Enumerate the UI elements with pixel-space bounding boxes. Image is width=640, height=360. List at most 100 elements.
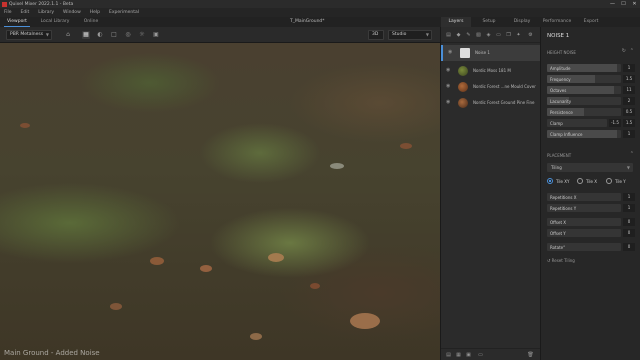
slider-track[interactable]: Repetitions Y bbox=[547, 204, 621, 212]
reset-tiling-button[interactable]: ↺ Reset Tiling bbox=[547, 258, 575, 263]
param-offset-y[interactable]: Offset Y 0 bbox=[547, 229, 635, 237]
sun-icon[interactable]: ☼ bbox=[138, 31, 146, 39]
tab-online[interactable]: Online bbox=[80, 17, 102, 27]
tab-performance[interactable]: Performance bbox=[540, 17, 574, 27]
param-value-input[interactable]: 11 bbox=[623, 86, 635, 94]
param-repetitions-x[interactable]: Repetitions X 1 bbox=[547, 193, 635, 201]
properties-title: NOISE 1 bbox=[547, 33, 570, 39]
menu-library[interactable]: Library bbox=[38, 10, 54, 15]
target-icon[interactable]: ◎ bbox=[124, 31, 132, 39]
clamp-min-input[interactable]: -1.5 bbox=[609, 119, 621, 127]
add-layer-icon[interactable]: ▤ bbox=[445, 31, 452, 39]
param-value-input[interactable]: 0 bbox=[623, 229, 635, 237]
refresh-icon[interactable]: ↻ bbox=[622, 48, 626, 54]
tab-viewport[interactable]: Viewport bbox=[4, 17, 30, 27]
copy-icon[interactable]: ❐ bbox=[505, 31, 512, 39]
param-value-input[interactable]: 0 bbox=[623, 243, 635, 251]
menu-help[interactable]: Help bbox=[90, 10, 100, 15]
slider-track[interactable]: Repetitions X bbox=[547, 193, 621, 201]
menu-window[interactable]: Window bbox=[63, 10, 81, 15]
chevron-up-icon[interactable]: ⌃ bbox=[630, 151, 634, 157]
tab-export[interactable]: Export bbox=[576, 17, 606, 27]
param-offset-x[interactable]: Offset X 0 bbox=[547, 218, 635, 226]
delete-icon[interactable]: 🗑 bbox=[527, 351, 534, 359]
param-rotate[interactable]: Rotate° 0 bbox=[547, 243, 635, 251]
param-amplitude[interactable]: Amplitude 1 bbox=[547, 64, 635, 72]
layer-name: Nordic Moss 181 M bbox=[473, 68, 511, 73]
slider-track[interactable]: Clamp bbox=[547, 119, 607, 127]
menu-experimental[interactable]: Experimental bbox=[109, 10, 139, 15]
param-frequency[interactable]: Frequency 1.5 bbox=[547, 75, 635, 83]
param-clamp[interactable]: Clamp -1.5 1.5 bbox=[547, 119, 635, 127]
clamp-max-input[interactable]: 1.5 bbox=[623, 119, 635, 127]
folder-icon[interactable]: ▭ bbox=[495, 31, 502, 39]
3d-viewport[interactable]: Main Ground - Added Noise bbox=[0, 43, 440, 360]
settings-icon[interactable]: ⚙ bbox=[527, 31, 534, 39]
pin-icon[interactable]: ✦ bbox=[515, 31, 522, 39]
param-value-input[interactable]: 2 bbox=[623, 97, 635, 105]
maximize-button[interactable]: ☐ bbox=[618, 0, 629, 8]
param-clamp-influence[interactable]: Clamp Influence 1 bbox=[547, 130, 635, 138]
layer-item-noise-1[interactable]: ◉ Noise 1 bbox=[441, 45, 541, 61]
param-octaves[interactable]: Octaves 11 bbox=[547, 86, 635, 94]
slider-track[interactable]: Offset Y bbox=[547, 229, 621, 237]
placement-mode-select[interactable]: Tiling ▼ bbox=[547, 163, 633, 172]
param-label: Repetitions Y bbox=[550, 205, 577, 211]
tab-local-library[interactable]: Local Library bbox=[38, 17, 72, 27]
tab-display[interactable]: Display bbox=[507, 17, 537, 27]
close-button[interactable]: ✕ bbox=[629, 0, 640, 8]
render-mode-select[interactable]: PBR Metalness ▼ bbox=[6, 30, 52, 40]
param-value-input[interactable]: 1 bbox=[623, 64, 635, 72]
square-icon[interactable]: □ bbox=[110, 31, 118, 39]
slider-track[interactable]: Offset X bbox=[547, 218, 621, 226]
layer-name: Nordic Forest ...ne Mould Cover bbox=[473, 84, 536, 89]
radio-tile-x[interactable]: Tile X bbox=[577, 178, 597, 184]
mask-icon[interactable]: ▧ bbox=[475, 31, 482, 39]
menu-edit[interactable]: Edit bbox=[21, 10, 30, 15]
param-value-input[interactable]: 1.5 bbox=[623, 75, 635, 83]
new-mask-icon[interactable]: ▦ bbox=[455, 351, 462, 359]
eye-icon[interactable]: ◉ bbox=[446, 83, 450, 89]
tab-layers[interactable]: Layers bbox=[441, 17, 471, 27]
radio-tile-xy[interactable]: Tile XY bbox=[547, 178, 569, 184]
smart-material-icon[interactable]: ◈ bbox=[485, 31, 492, 39]
eye-icon[interactable]: ◉ bbox=[446, 67, 450, 73]
eye-icon[interactable]: ◉ bbox=[446, 99, 450, 105]
slider-track[interactable]: Rotate° bbox=[547, 243, 621, 251]
slider-track[interactable]: Octaves bbox=[547, 86, 621, 94]
chevron-up-icon[interactable]: ⌃ bbox=[630, 48, 634, 54]
grid-icon[interactable]: ▣ bbox=[465, 351, 472, 359]
sphere-icon[interactable]: ◐ bbox=[96, 31, 104, 39]
lighting-select[interactable]: Studio ▼ bbox=[388, 30, 432, 40]
frame-icon[interactable]: ▣ bbox=[152, 31, 160, 39]
slider-track[interactable]: Amplitude bbox=[547, 64, 621, 72]
layer-thumbnail bbox=[460, 48, 470, 58]
param-value-input[interactable]: 0.5 bbox=[623, 108, 635, 116]
paint-icon[interactable]: ✎ bbox=[465, 31, 472, 39]
slider-track[interactable]: Clamp Influence bbox=[547, 130, 621, 138]
fill-icon[interactable]: ◆ bbox=[455, 31, 462, 39]
param-value-input[interactable]: 0 bbox=[623, 218, 635, 226]
view-grid-icon[interactable]: ▦ bbox=[82, 31, 90, 39]
eye-icon[interactable]: ◉ bbox=[448, 49, 452, 55]
param-persistence[interactable]: Persistence 0.5 bbox=[547, 108, 635, 116]
slider-track[interactable]: Persistence bbox=[547, 108, 621, 116]
slider-track[interactable]: Lacunarity bbox=[547, 97, 621, 105]
layer-item-nordic-forest-mould[interactable]: ◉ Nordic Forest ...ne Mould Cover bbox=[441, 79, 541, 95]
slider-track[interactable]: Frequency bbox=[547, 75, 621, 83]
param-value-input[interactable]: 1 bbox=[623, 193, 635, 201]
param-value-input[interactable]: 1 bbox=[623, 130, 635, 138]
layer-item-nordic-forest-pine[interactable]: ◉ Nordic Forest Ground Pine Fine bbox=[441, 95, 541, 111]
new-folder-icon[interactable]: ▭ bbox=[477, 351, 484, 359]
camera-icon[interactable]: ⌂ bbox=[62, 31, 74, 39]
radio-tile-y[interactable]: Tile Y bbox=[606, 178, 626, 184]
view-mode-select[interactable]: 3D bbox=[368, 30, 384, 40]
new-layer-icon[interactable]: ▤ bbox=[445, 351, 452, 359]
minimize-button[interactable]: — bbox=[607, 0, 618, 8]
param-lacunarity[interactable]: Lacunarity 2 bbox=[547, 97, 635, 105]
layer-item-nordic-moss[interactable]: ◉ Nordic Moss 181 M bbox=[441, 63, 541, 79]
param-repetitions-y[interactable]: Repetitions Y 1 bbox=[547, 204, 635, 212]
tab-setup[interactable]: Setup bbox=[474, 17, 504, 27]
param-value-input[interactable]: 1 bbox=[623, 204, 635, 212]
menu-file[interactable]: File bbox=[4, 10, 12, 15]
